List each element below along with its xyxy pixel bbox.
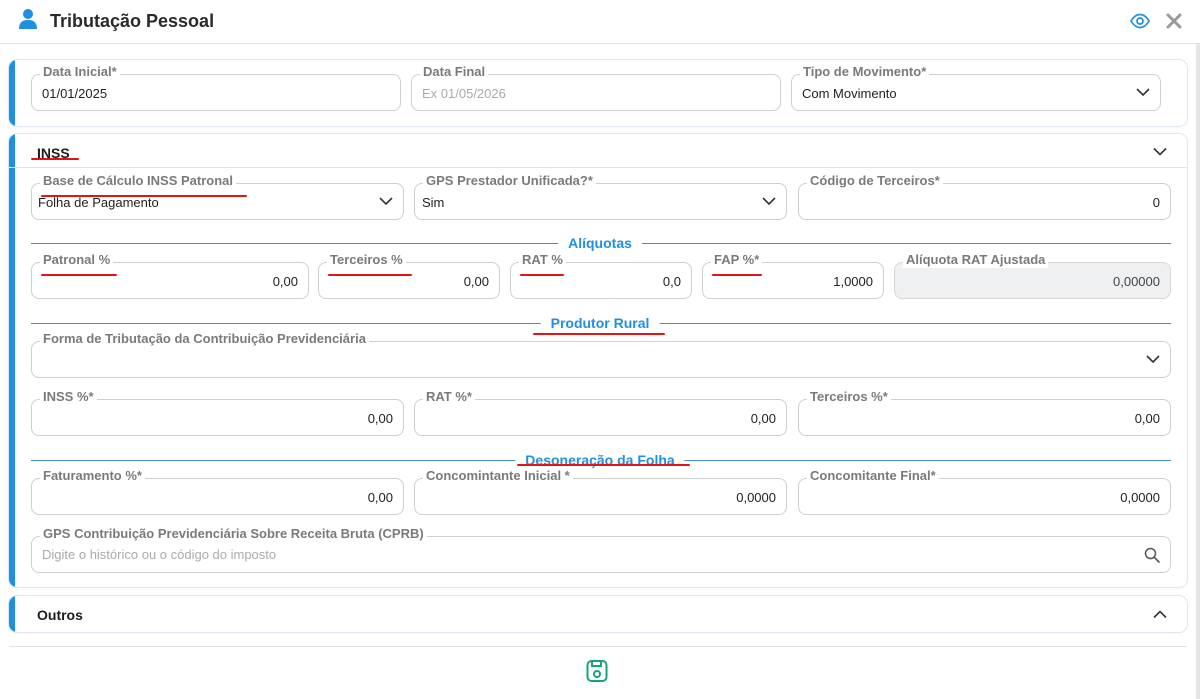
inss-section-header[interactable]: INSS [9, 134, 1187, 168]
chevron-down-icon [379, 197, 393, 206]
conc-final-field[interactable]: Concomitante Final* 0,0000 [798, 468, 1171, 515]
gps-prestador-select[interactable]: GPS Prestador Unificada?* Sim [414, 173, 787, 220]
gps-cprb-search[interactable]: GPS Contribuição Previdenciária Sobre Re… [31, 526, 1171, 573]
annotation-underline [41, 195, 247, 197]
data-inicial-label: Data Inicial* [40, 64, 120, 80]
pr-terceiros-value: 0,00 [1134, 411, 1160, 426]
data-inicial-value: 01/01/2025 [42, 86, 108, 101]
pr-terceiros-label: Terceiros %* [807, 389, 891, 405]
outros-card[interactable]: Outros [9, 596, 1187, 632]
aliquota-rat-field: Alíquota RAT Ajustada 0,00000 [894, 252, 1171, 299]
data-final-placeholder: Ex 01/05/2026 [422, 86, 506, 101]
forma-tributacao-select[interactable]: Forma de Tributação da Contribuição Prev… [31, 331, 1171, 378]
save-icon[interactable] [586, 659, 608, 683]
chevron-down-icon [762, 197, 776, 206]
tipo-movimento-select[interactable]: Tipo de Movimento* Com Movimento [791, 64, 1161, 111]
fap-label: FAP %* [711, 252, 763, 268]
annotation-underline [31, 158, 79, 160]
pr-rat-value: 0,00 [750, 411, 776, 426]
fap-field[interactable]: FAP %* 1,0000 [702, 252, 884, 299]
annotation-underline [517, 464, 690, 466]
user-icon [19, 9, 37, 29]
faturamento-value: 0,00 [367, 490, 393, 505]
conc-inicial-label: Concomintante Inicial * [423, 468, 573, 484]
pr-inss-value: 0,00 [367, 411, 393, 426]
scrollbar-track[interactable] [1196, 44, 1200, 699]
aliquota-rat-label: Alíquota RAT Ajustada [903, 252, 1049, 268]
base-calculo-label: Base de Cálculo INSS Patronal [40, 173, 237, 189]
annotation-underline [520, 274, 564, 276]
faturamento-field[interactable]: Faturamento %* 0,00 [31, 468, 404, 515]
pr-inss-field[interactable]: INSS %* 0,00 [31, 389, 404, 436]
footer-divider [9, 646, 1187, 647]
pr-rat-label: RAT %* [423, 389, 475, 405]
annotation-underline [41, 274, 117, 276]
pr-inss-label: INSS %* [40, 389, 97, 405]
terceiros-field[interactable]: Terceiros % 0,00 [318, 252, 500, 299]
aliquota-rat-value: 0,00000 [1113, 274, 1160, 289]
chevron-down-icon[interactable] [1153, 147, 1167, 156]
gps-prestador-value: Sim [422, 195, 445, 210]
pr-terceiros-field[interactable]: Terceiros %* 0,00 [798, 389, 1171, 436]
patronal-label: Patronal % [40, 252, 114, 268]
terceiros-value: 0,00 [463, 274, 489, 289]
pr-rat-field[interactable]: RAT %* 0,00 [414, 389, 787, 436]
conc-inicial-value: 0,0000 [736, 490, 776, 505]
rat-field[interactable]: RAT % 0,0 [510, 252, 692, 299]
gps-cprb-label: GPS Contribuição Previdenciária Sobre Re… [40, 526, 427, 542]
gps-prestador-label: GPS Prestador Unificada?* [423, 173, 596, 189]
tipo-movimento-label: Tipo de Movimento* [800, 64, 930, 80]
chevron-up-icon[interactable] [1153, 610, 1167, 619]
patronal-value: 0,00 [272, 274, 298, 289]
chevron-down-icon [1136, 88, 1150, 97]
dialog-header: Tributação Pessoal [0, 0, 1200, 44]
gps-cprb-placeholder: Digite o histórico ou o código do impost… [42, 547, 277, 562]
terceiros-label: Terceiros % [327, 252, 406, 268]
period-card: Data Inicial* 01/01/2025 Data Final Ex 0… [9, 60, 1187, 126]
annotation-underline [328, 274, 412, 276]
conc-final-label: Concomitante Final* [807, 468, 939, 484]
fap-value: 1,0000 [833, 274, 873, 289]
codigo-terceiros-value: 0 [1152, 195, 1160, 210]
outros-title: Outros [37, 607, 83, 623]
produtor-rural-heading: Produtor Rural [540, 315, 660, 331]
data-final-label: Data Final [420, 64, 489, 80]
codigo-terceiros-label: Código de Terceiros* [807, 173, 943, 189]
dialog-title: Tributação Pessoal [50, 11, 215, 31]
aliquotas-heading: Alíquotas [558, 235, 642, 251]
close-icon[interactable] [1164, 11, 1184, 31]
tipo-movimento-value: Com Movimento [802, 86, 897, 101]
annotation-underline [533, 333, 665, 335]
search-icon[interactable] [1144, 547, 1160, 563]
base-calculo-select[interactable]: Base de Cálculo INSS Patronal Folha de P… [31, 173, 404, 220]
annotation-underline [712, 274, 762, 276]
conc-final-value: 0,0000 [1120, 490, 1160, 505]
conc-inicial-field[interactable]: Concomintante Inicial * 0,0000 [414, 468, 787, 515]
rat-value: 0,0 [662, 274, 681, 289]
data-inicial-field[interactable]: Data Inicial* 01/01/2025 [31, 64, 401, 111]
faturamento-label: Faturamento %* [40, 468, 145, 484]
data-final-field[interactable]: Data Final Ex 01/05/2026 [411, 64, 781, 111]
forma-tributacao-label: Forma de Tributação da Contribuição Prev… [40, 331, 369, 347]
chevron-down-icon [1146, 355, 1160, 364]
codigo-terceiros-field[interactable]: Código de Terceiros* 0 [798, 173, 1171, 220]
base-calculo-value: Folha de Pagamento [38, 195, 159, 210]
eye-icon[interactable] [1130, 13, 1150, 29]
patronal-field[interactable]: Patronal % 0,00 [31, 252, 309, 299]
rat-label: RAT % [519, 252, 566, 268]
inss-card: INSS Base de Cálculo INSS Patronal Folha… [9, 134, 1187, 587]
